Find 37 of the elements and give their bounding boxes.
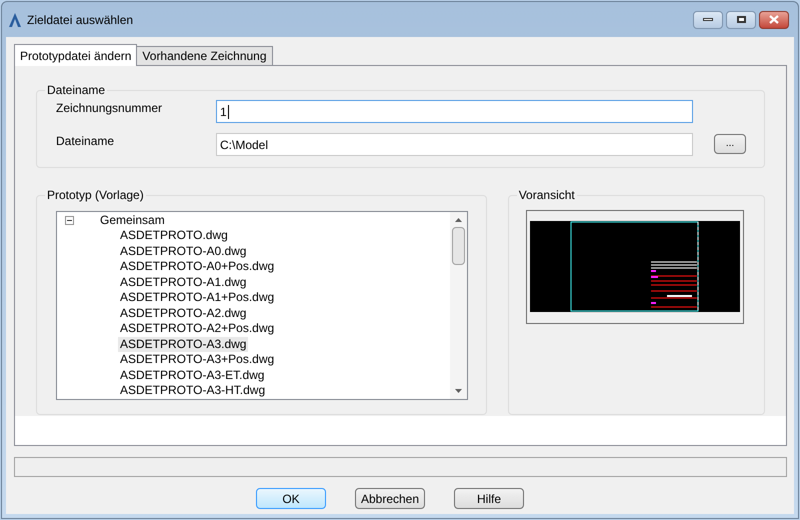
tree-item[interactable]: ASDETPROTO-A0.dwg xyxy=(118,244,248,259)
tab[interactable]: Prototypdatei ändern xyxy=(14,44,138,66)
maximize-button[interactable] xyxy=(726,10,756,28)
field-value: C:\Model xyxy=(220,136,268,154)
text-field[interactable]: 1 xyxy=(216,100,693,123)
scroll-down-icon[interactable] xyxy=(455,389,462,393)
dialog-button[interactable]: Abbrechen xyxy=(355,488,425,509)
app-logo-icon xyxy=(8,12,22,28)
tree-item[interactable]: ASDETPROTO-A1.dwg xyxy=(118,274,248,290)
tree-item[interactable]: Gemeinsam xyxy=(100,212,165,228)
close-icon xyxy=(769,15,779,24)
tree-item[interactable]: ASDETPROTO-A0+Pos.dwg xyxy=(118,259,276,274)
minimize-button[interactable] xyxy=(693,10,723,28)
tree-item[interactable]: ASDETPROTO-A1+Pos.dwg xyxy=(118,290,276,306)
text-cursor xyxy=(228,104,229,118)
collapse-toggle-icon[interactable] xyxy=(65,216,74,224)
scroll-thumb[interactable] xyxy=(452,227,465,265)
tree-item[interactable]: ASDETPROTO-A2+Pos.dwg xyxy=(118,321,276,336)
tree-item[interactable]: ASDETPROTO.dwg xyxy=(118,228,230,244)
text-field[interactable]: C:\Model xyxy=(216,133,693,156)
dialog-button[interactable]: Hilfe xyxy=(454,488,524,509)
tree-item[interactable]: ASDETPROTO-A3-HT.dwg xyxy=(118,383,268,398)
close-button[interactable] xyxy=(759,10,789,28)
browse-button[interactable]: ... xyxy=(714,134,746,154)
field-label: Dateiname xyxy=(56,133,116,149)
scroll-up-icon[interactable] xyxy=(455,218,462,222)
group-title: Prototyp (Vorlage) xyxy=(45,187,146,203)
window-title: Zieldatei auswählen xyxy=(27,12,134,28)
tree-item[interactable]: ASDETPROTO-A3-ET.dwg xyxy=(118,368,266,383)
tree-item[interactable]: ASDETPROTO-A2.dwg xyxy=(118,306,248,321)
tree-item[interactable]: ASDETPROTO-A3+Pos.dwg xyxy=(118,352,276,368)
tab[interactable]: Vorhandene Zeichnung xyxy=(136,46,273,65)
field-value: 1 xyxy=(220,104,227,120)
dialog-button[interactable]: OK xyxy=(256,488,326,509)
scrollbar[interactable] xyxy=(450,212,467,399)
tree-item[interactable]: ASDETPROTO-A3.dwg xyxy=(118,336,248,352)
field-label: Zeichnungsnummer xyxy=(56,100,164,116)
